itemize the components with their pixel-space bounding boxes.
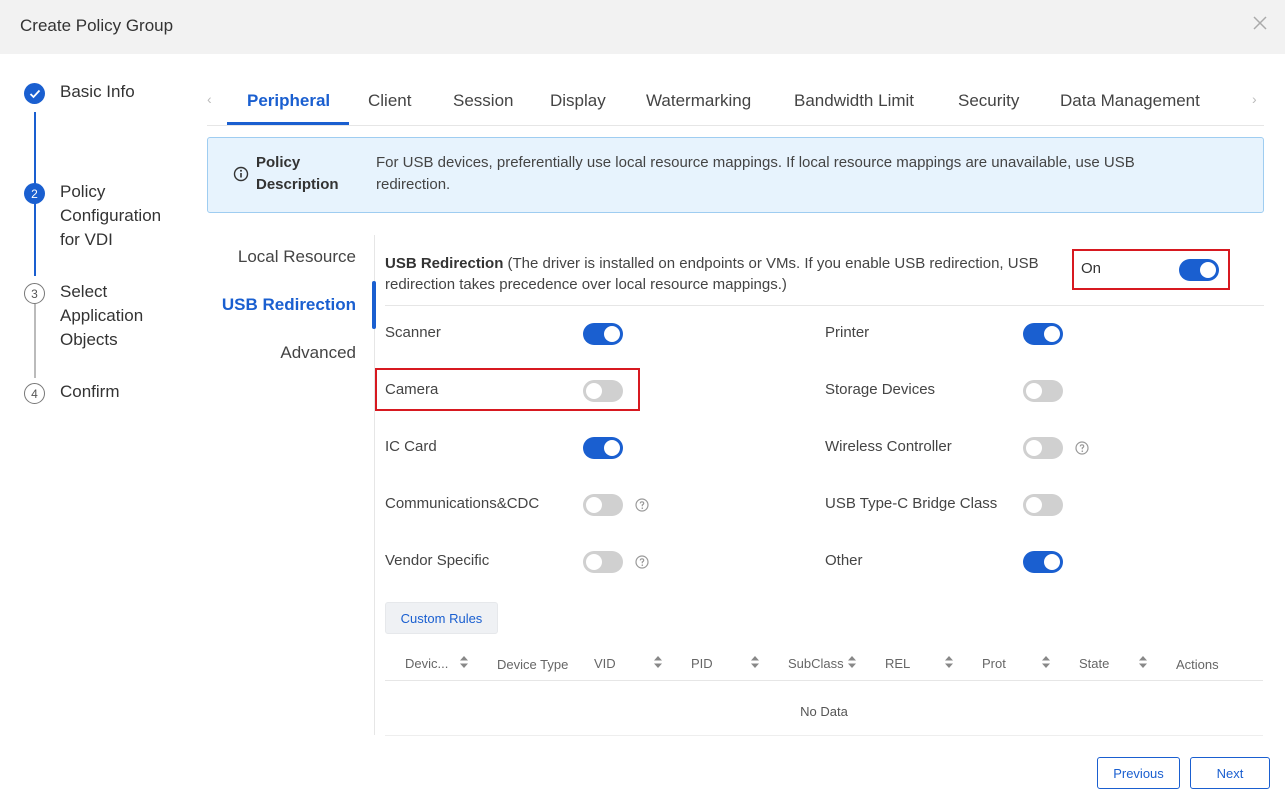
sort-icon[interactable] xyxy=(847,655,857,669)
device-label-other: Other xyxy=(825,552,863,569)
column-header-pid[interactable]: PID xyxy=(691,656,713,671)
check-icon xyxy=(29,89,40,98)
usb-type-c-toggle[interactable] xyxy=(1023,494,1063,516)
column-header-device-type: Device Type xyxy=(497,657,569,672)
table-empty-text: No Data xyxy=(800,704,848,719)
camera-highlight xyxy=(375,368,640,411)
usb-redirection-title: USB Redirection xyxy=(385,255,504,272)
previous-button[interactable]: Previous xyxy=(1097,757,1180,789)
close-icon[interactable] xyxy=(1251,14,1269,32)
usb-redirection-header: USB Redirection (The driver is installed… xyxy=(385,253,1055,295)
dialog-title: Create Policy Group xyxy=(20,16,174,35)
step-label-confirm: Confirm xyxy=(60,382,120,401)
step-connector xyxy=(34,204,36,276)
subnav-advanced[interactable]: Advanced xyxy=(280,343,356,363)
device-label-storage-devices: Storage Devices xyxy=(825,381,936,398)
device-label-ic-card: IC Card xyxy=(385,438,437,455)
tab-watermarking[interactable]: Watermarking xyxy=(646,91,751,111)
policy-description: Policy Description For USB devices, pref… xyxy=(207,137,1264,213)
device-label-scanner: Scanner xyxy=(385,324,441,341)
other-toggle[interactable] xyxy=(1023,551,1063,573)
custom-rules-button[interactable]: Custom Rules xyxy=(385,602,498,634)
dialog-header: Create Policy Group xyxy=(0,0,1285,54)
sort-icon[interactable] xyxy=(750,655,760,669)
rules-table-header: Devic... Device Type VID PID SubClass RE… xyxy=(385,647,1263,681)
column-header-state[interactable]: State xyxy=(1079,656,1109,671)
sort-icon[interactable] xyxy=(653,655,663,669)
printer-toggle[interactable] xyxy=(1023,323,1063,345)
step-label-policy-config: Policy Configuration for VDI xyxy=(60,182,162,249)
help-icon[interactable] xyxy=(1075,441,1089,455)
subnav-usb-redirection[interactable]: USB Redirection xyxy=(222,295,356,315)
policy-description-label: Policy Description xyxy=(256,154,339,193)
step-label-basic-info: Basic Info xyxy=(60,82,135,101)
chevron-right-icon[interactable]: › xyxy=(1252,91,1257,107)
vendor-specific-toggle[interactable] xyxy=(583,551,623,573)
device-label-vendor-specific: Vendor Specific xyxy=(385,552,490,569)
usb-status-label: On xyxy=(1081,260,1102,277)
help-icon[interactable] xyxy=(635,555,649,569)
tabs-bar: ‹ Peripheral Client Session Display Wate… xyxy=(207,78,1264,126)
column-header-actions: Actions xyxy=(1176,657,1219,672)
help-icon[interactable] xyxy=(635,498,649,512)
sort-icon[interactable] xyxy=(1041,655,1051,669)
step-number: 3 xyxy=(24,283,45,304)
sort-icon[interactable] xyxy=(459,655,469,669)
subnav-active-indicator xyxy=(372,281,376,329)
usb-divider xyxy=(385,305,1264,306)
subnav-local-resource[interactable]: Local Resource xyxy=(238,247,356,267)
next-button[interactable]: Next xyxy=(1190,757,1270,789)
tab-peripheral[interactable]: Peripheral xyxy=(247,91,330,111)
column-header-prot[interactable]: Prot xyxy=(982,656,1006,671)
storage-devices-toggle[interactable] xyxy=(1023,380,1063,402)
usb-redirection-toggle[interactable] xyxy=(1179,259,1219,281)
tab-active-indicator xyxy=(227,122,349,125)
device-label-communications-cdc: Communications&CDC xyxy=(385,495,540,512)
tab-session[interactable]: Session xyxy=(453,91,513,111)
ic-card-toggle[interactable] xyxy=(583,437,623,459)
scanner-toggle[interactable] xyxy=(583,323,623,345)
sort-icon[interactable] xyxy=(1138,655,1148,669)
column-header-vid[interactable]: VID xyxy=(594,656,616,671)
device-label-printer: Printer xyxy=(825,324,870,341)
device-label-wireless-controller: Wireless Controller xyxy=(825,438,952,455)
sort-icon[interactable] xyxy=(944,655,954,669)
chevron-left-icon[interactable]: ‹ xyxy=(207,91,212,107)
info-icon xyxy=(233,166,249,182)
device-label-usb-type-c: USB Type-C Bridge Class xyxy=(825,495,998,512)
tab-bandwidth-limit[interactable]: Bandwidth Limit xyxy=(794,91,914,111)
tab-security[interactable]: Security xyxy=(958,91,1019,111)
column-header-subclass[interactable]: SubClass xyxy=(788,656,844,671)
table-bottom-border xyxy=(385,735,1263,736)
tab-client[interactable]: Client xyxy=(368,91,411,111)
step-connector xyxy=(34,304,36,378)
policy-description-text: For USB devices, preferentially use loca… xyxy=(376,154,1135,193)
wireless-controller-toggle[interactable] xyxy=(1023,437,1063,459)
step-number: 4 xyxy=(24,383,45,404)
column-header-rel[interactable]: REL xyxy=(885,656,910,671)
step-label-select-objects: Select Application Objects xyxy=(60,282,144,349)
step-done-icon xyxy=(24,83,45,104)
column-header-device[interactable]: Devic... xyxy=(405,656,448,671)
tab-display[interactable]: Display xyxy=(550,91,606,111)
step-number: 2 xyxy=(24,183,45,204)
tab-data-management[interactable]: Data Management xyxy=(1060,91,1200,111)
communications-cdc-toggle[interactable] xyxy=(583,494,623,516)
